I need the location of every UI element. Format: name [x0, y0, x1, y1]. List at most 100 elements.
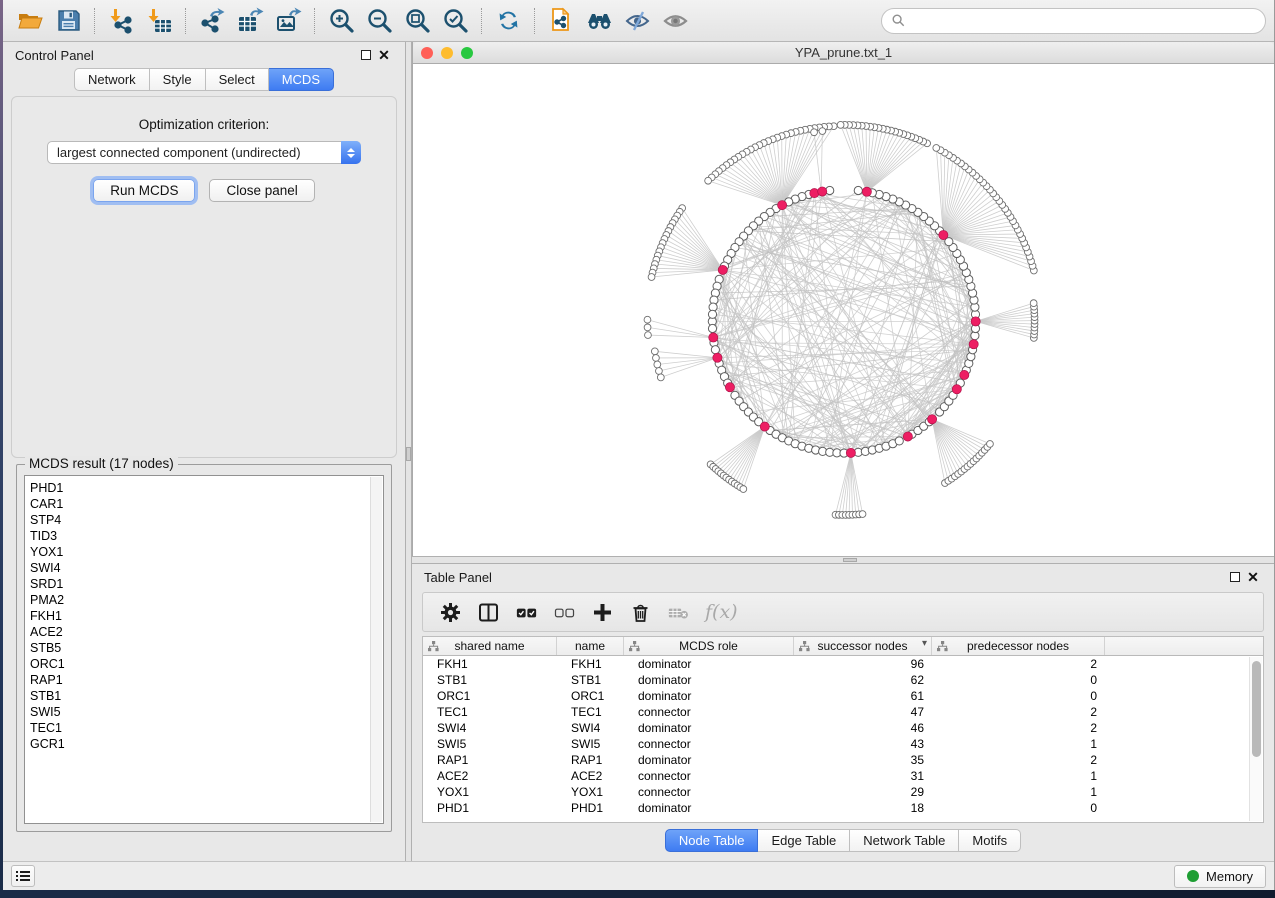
column-label: MCDS role: [679, 639, 738, 653]
save-session-button[interactable]: [49, 3, 87, 39]
mcds-result-list[interactable]: PHD1CAR1STP4TID3YOX1SWI4SRD1PMA2FKH1ACE2…: [24, 475, 384, 824]
scrollbar-thumb[interactable]: [1252, 661, 1261, 757]
optimization-criterion-select[interactable]: largest connected component (undirected): [47, 141, 361, 164]
network-window-titlebar[interactable]: YPA_prune.txt_1: [413, 42, 1274, 64]
zoom-out-button[interactable]: [360, 3, 398, 39]
table-tab-node-table[interactable]: Node Table: [665, 829, 759, 852]
window-close-traffic-light[interactable]: [421, 47, 433, 59]
select-all-rows-button[interactable]: [509, 596, 543, 628]
table-cell: ORC1: [423, 688, 557, 704]
export-network-button[interactable]: [193, 3, 231, 39]
column-header-MCDS-role[interactable]: MCDS role: [624, 637, 794, 655]
mcds-result-group: MCDS result (17 nodes) PHD1CAR1STP4TID3Y…: [16, 464, 392, 832]
close-icon: ✕: [1247, 570, 1259, 584]
close-panel-button[interactable]: Close panel: [209, 179, 314, 202]
import-network-icon: [108, 7, 135, 34]
table-row[interactable]: SWI5SWI5connector431: [423, 736, 1263, 752]
tab-style[interactable]: Style: [150, 68, 206, 91]
window-minimize-traffic-light[interactable]: [441, 47, 453, 59]
hide-panel-button[interactable]: [618, 3, 656, 39]
import-table-button[interactable]: [140, 3, 178, 39]
table-row[interactable]: YOX1YOX1connector291: [423, 784, 1263, 800]
table-row[interactable]: FKH1FKH1dominator962: [423, 656, 1263, 672]
network-graph[interactable]: [413, 64, 1274, 555]
zoom-fit-button[interactable]: [398, 3, 436, 39]
deselect-all-rows-button[interactable]: [547, 596, 581, 628]
table-cell: STB1: [423, 672, 557, 688]
table-cell: SWI4: [557, 720, 624, 736]
tab-select[interactable]: Select: [206, 68, 269, 91]
table-cell: 35: [794, 752, 932, 768]
network-canvas[interactable]: [413, 64, 1274, 556]
column-header-successor-nodes[interactable]: successor nodes▾: [794, 637, 932, 655]
search-box: [881, 8, 1266, 34]
mcds-result-item: RAP1: [30, 672, 383, 688]
zoom-out-icon: [366, 7, 393, 34]
table-panel-close-button[interactable]: ✕: [1244, 568, 1262, 586]
table-settings-button[interactable]: [433, 596, 467, 628]
table-row[interactable]: ACE2ACE2connector311: [423, 768, 1263, 784]
open-file-button[interactable]: [11, 3, 49, 39]
column-type-icon: [629, 641, 640, 652]
zoom-in-button[interactable]: [322, 3, 360, 39]
table-cell: dominator: [624, 752, 794, 768]
table-cell: 18: [794, 800, 932, 816]
table-row[interactable]: PHD1PHD1dominator180: [423, 800, 1263, 816]
function-builder-button[interactable]: f(x): [699, 601, 744, 623]
export-table-button[interactable]: [231, 3, 269, 39]
result-list-scrollbar[interactable]: [370, 477, 382, 822]
table-cell: ACE2: [557, 768, 624, 784]
tab-mcds[interactable]: MCDS: [269, 68, 334, 91]
cytoscape-window: Control Panel ✕ NetworkStyleSelectMCDS O…: [3, 0, 1275, 890]
show-columns-button[interactable]: [471, 596, 505, 628]
control-panel-float-button[interactable]: [357, 46, 375, 64]
column-header-shared-name[interactable]: shared name: [423, 637, 557, 655]
horizontal-splitter[interactable]: [412, 556, 1274, 564]
toolbar-separator: [185, 8, 186, 34]
control-panel-close-button[interactable]: ✕: [375, 46, 393, 64]
column-header-predecessor-nodes[interactable]: predecessor nodes: [932, 637, 1105, 655]
search-network-button[interactable]: [580, 3, 618, 39]
add-column-button[interactable]: [585, 596, 619, 628]
mcds-result-item: CAR1: [30, 496, 383, 512]
table-cell: ORC1: [557, 688, 624, 704]
optimization-criterion-value: largest connected component (undirected): [48, 145, 341, 160]
delete-column-button[interactable]: [623, 596, 657, 628]
vertical-splitter[interactable]: [405, 42, 412, 861]
table-row[interactable]: RAP1RAP1dominator352: [423, 752, 1263, 768]
zoom-selected-button[interactable]: [436, 3, 474, 39]
table-tab-edge-table[interactable]: Edge Table: [758, 829, 850, 852]
delete-table-button[interactable]: [661, 596, 695, 628]
table-row[interactable]: ORC1ORC1dominator610: [423, 688, 1263, 704]
window-zoom-traffic-light[interactable]: [461, 47, 473, 59]
splitter-handle[interactable]: [406, 447, 411, 461]
toolbar-separator: [94, 8, 95, 34]
run-mcds-button[interactable]: Run MCDS: [93, 179, 195, 202]
import-network-button[interactable]: [102, 3, 140, 39]
mcds-tab-content: Optimization criterion: largest connecte…: [11, 96, 397, 458]
table-cell: 47: [794, 704, 932, 720]
table-tab-motifs[interactable]: Motifs: [959, 829, 1021, 852]
mcds-result-item: FKH1: [30, 608, 383, 624]
table-scrollbar[interactable]: [1249, 657, 1262, 821]
show-panel-button[interactable]: [656, 3, 694, 39]
columns-icon: [478, 602, 499, 623]
table-cell: RAP1: [557, 752, 624, 768]
table-cell: SWI5: [557, 736, 624, 752]
table-panel-float-button[interactable]: [1226, 568, 1244, 586]
task-history-button[interactable]: [11, 865, 35, 887]
table-row[interactable]: STB1STB1dominator620: [423, 672, 1263, 688]
gear-icon: [440, 602, 461, 623]
refresh-layout-button[interactable]: [489, 3, 527, 39]
table-row[interactable]: TEC1TEC1connector472: [423, 704, 1263, 720]
splitter-handle[interactable]: [843, 558, 857, 562]
column-header-name[interactable]: name: [557, 637, 624, 655]
search-input[interactable]: [911, 13, 1255, 28]
tab-network[interactable]: Network: [74, 68, 150, 91]
table-row[interactable]: SWI4SWI4dominator462: [423, 720, 1263, 736]
memory-button[interactable]: Memory: [1174, 865, 1266, 888]
share-document-button[interactable]: [542, 3, 580, 39]
export-image-button[interactable]: [269, 3, 307, 39]
table-cell: 2: [932, 720, 1105, 736]
table-tab-network-table[interactable]: Network Table: [850, 829, 959, 852]
